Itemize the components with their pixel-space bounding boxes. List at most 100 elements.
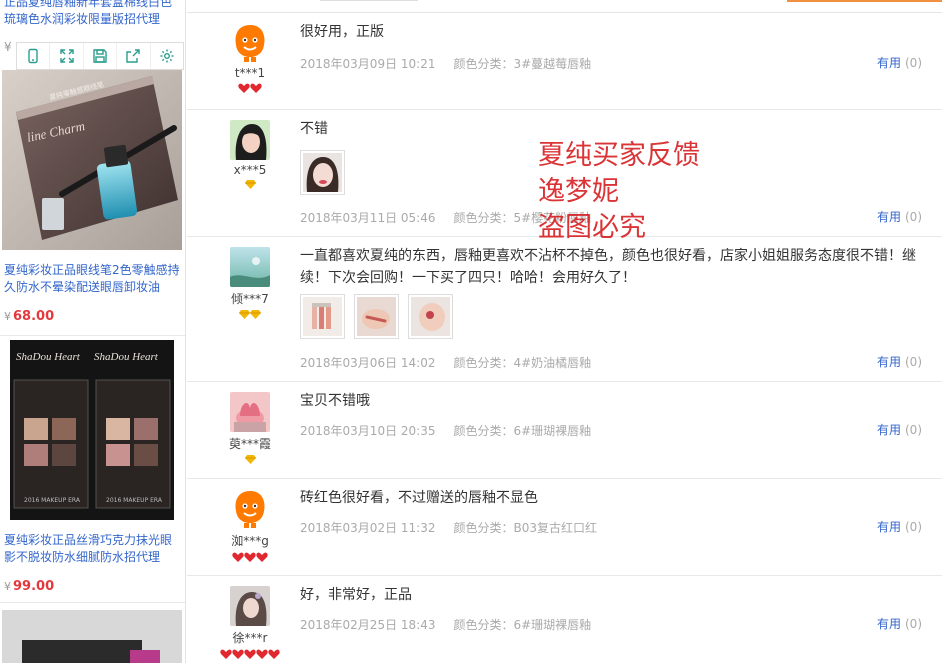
useful-label: 有用	[876, 56, 901, 70]
heart-icon	[244, 649, 256, 659]
tab-divider	[320, 0, 418, 1]
active-tab-indicator	[787, 0, 942, 2]
buyer-level-badge	[210, 180, 290, 190]
review-photo[interactable]	[300, 294, 345, 339]
username[interactable]: 徐***r	[220, 629, 280, 646]
review-user: 萸***霞	[229, 392, 271, 465]
review-text: 好，非常好，正品	[300, 587, 412, 603]
review-photo[interactable]	[408, 294, 453, 339]
username[interactable]: t***1	[220, 66, 280, 80]
diamond-icon	[239, 310, 250, 319]
heart-icon	[256, 552, 268, 562]
review-photo-image	[357, 297, 396, 336]
settings-icon	[160, 49, 174, 63]
heart-icon	[244, 552, 256, 562]
avatar[interactable]	[230, 120, 270, 160]
useful-label: 有用	[876, 423, 901, 437]
phone-view-button[interactable]	[17, 43, 51, 69]
avatar[interactable]	[230, 247, 270, 287]
review-item: 徐***r 好，非常好，正品 2018年02月25日 18:43 颜色分类：6#珊…	[187, 576, 942, 663]
fullscreen-button[interactable]	[50, 43, 84, 69]
settings-button[interactable]	[151, 43, 183, 69]
seller-watermark: 夏纯买家反馈 逸梦妮 盗图必究	[538, 138, 700, 246]
phone-icon	[28, 48, 38, 64]
heart-icon	[232, 552, 244, 562]
useful-button[interactable]: 有用 (0)	[877, 518, 922, 535]
diamond-icon	[244, 180, 256, 189]
avatar[interactable]	[230, 489, 270, 529]
username[interactable]: 萸***霞	[220, 435, 280, 452]
price-value: 68.00	[13, 309, 55, 324]
review-text: 砖红色很好看，不过赠送的唇釉不显色	[300, 490, 538, 506]
buyer-level-badge	[210, 83, 290, 94]
buyer-level-badge	[210, 552, 290, 563]
useful-count: (0)	[905, 617, 922, 631]
product-image-eyeliner[interactable]: 夏纯零触感眼线笔 line Charm	[2, 70, 182, 250]
review-text: 不错	[300, 121, 328, 137]
review-meta: 2018年03月02日 11:32 颜色分类：B03复古红口红	[300, 519, 597, 536]
review-date: 2018年03月02日 11:32	[300, 521, 436, 535]
watermark-line: 夏纯买家反馈	[538, 140, 700, 171]
price-symbol: ¥	[4, 310, 11, 323]
useful-button[interactable]: 有用 (0)	[877, 353, 922, 370]
buyer-level-badge	[210, 649, 290, 660]
product-title[interactable]: 夏纯彩妆正品眼线笔2色零触感持久防水不晕染配送眼唇卸妆油	[4, 262, 182, 296]
username[interactable]: 倾***7	[220, 290, 280, 307]
avatar[interactable]	[230, 392, 270, 432]
product-sidebar: 正品夏纯唇釉新年套盒棉线白色琉璃色水润彩妆限量版招代理 ¥ 夏纯零触感眼线笔 l…	[0, 0, 186, 663]
username[interactable]: 洳***g	[220, 532, 280, 549]
useful-count: (0)	[905, 56, 922, 70]
review-photos	[300, 294, 453, 339]
review-text: 宝贝不错哦	[300, 393, 370, 409]
review-user: t***1	[230, 23, 270, 94]
price-symbol: ¥	[4, 580, 11, 593]
review-photo[interactable]	[354, 294, 399, 339]
product-title[interactable]: 正品夏纯唇釉新年套盒棉线白色琉璃色水润彩妆限量版招代理	[4, 0, 182, 28]
review-photo[interactable]	[300, 150, 345, 195]
review-sku: 颜色分类：3#蔓越莓唇釉	[453, 57, 592, 71]
useful-button[interactable]: 有用 (0)	[877, 615, 922, 632]
product-title[interactable]: 夏纯彩妆正品丝滑巧克力抹光眼影不脱妆防水细腻防水招代理	[4, 532, 182, 566]
useful-count: (0)	[905, 355, 922, 369]
review-list: t***1 很好用，正版 2018年03月09日 10:21 颜色分类：3#蔓越莓…	[187, 0, 942, 663]
product-image-next[interactable]	[2, 610, 182, 663]
username[interactable]: x***5	[220, 163, 280, 177]
heart-icon	[268, 649, 280, 659]
review-meta: 2018年03月09日 10:21 颜色分类：3#蔓越莓唇釉	[300, 55, 591, 72]
watermark-line: 盗图必究	[538, 212, 646, 243]
share-button[interactable]	[117, 43, 151, 69]
useful-count: (0)	[905, 520, 922, 534]
review-date: 2018年03月10日 20:35	[300, 424, 436, 438]
review-date: 2018年03月11日 05:46	[300, 211, 436, 225]
product-divider	[0, 602, 185, 603]
review-meta: 2018年03月10日 20:35 颜色分类：6#珊瑚裸唇釉	[300, 422, 591, 439]
useful-button[interactable]: 有用 (0)	[877, 421, 922, 438]
useful-button[interactable]: 有用 (0)	[877, 54, 922, 71]
heart-icon	[232, 649, 244, 659]
buyer-level-badge	[210, 455, 290, 465]
review-item: 洳***g 砖红色很好看，不过赠送的唇釉不显色 2018年03月02日 11:3…	[187, 479, 942, 576]
save-icon	[93, 49, 107, 63]
useful-count: (0)	[905, 423, 922, 437]
review-date: 2018年02月25日 18:43	[300, 618, 436, 632]
review-user: x***5	[230, 120, 270, 190]
review-sku: 颜色分类：4#奶油橘唇釉	[453, 356, 592, 370]
avatar[interactable]	[230, 23, 270, 63]
buyer-level-badge	[210, 310, 290, 320]
eyeshadow-era-text: 2016 MAKEUP ERA	[24, 497, 81, 504]
review-meta: 2018年03月06日 14:02 颜色分类：4#奶油橘唇釉	[300, 354, 591, 371]
review-date: 2018年03月09日 10:21	[300, 57, 436, 71]
useful-button[interactable]: 有用 (0)	[877, 208, 922, 225]
review-photos	[300, 150, 345, 195]
useful-label: 有用	[876, 617, 901, 631]
review-item: t***1 很好用，正版 2018年03月09日 10:21 颜色分类：3#蔓越莓…	[187, 13, 942, 110]
product-image-eyeshadow[interactable]: ShaDou Heart ShaDou Heart 2016 MAKEUP ER…	[10, 340, 174, 520]
review-sku: 颜色分类：6#珊瑚裸唇釉	[453, 618, 592, 632]
avatar[interactable]	[230, 586, 270, 626]
useful-label: 有用	[876, 520, 901, 534]
review-photo-image	[303, 297, 342, 336]
review-text: 一直都喜欢夏纯的东西，唇釉更喜欢不沾杯不掉色，颜色也很好看，店家小姐姐服务态度很…	[300, 248, 916, 286]
eyeshadow-brand-right: ShaDou Heart	[94, 351, 159, 363]
image-toolbar	[16, 42, 184, 70]
save-button[interactable]	[84, 43, 118, 69]
